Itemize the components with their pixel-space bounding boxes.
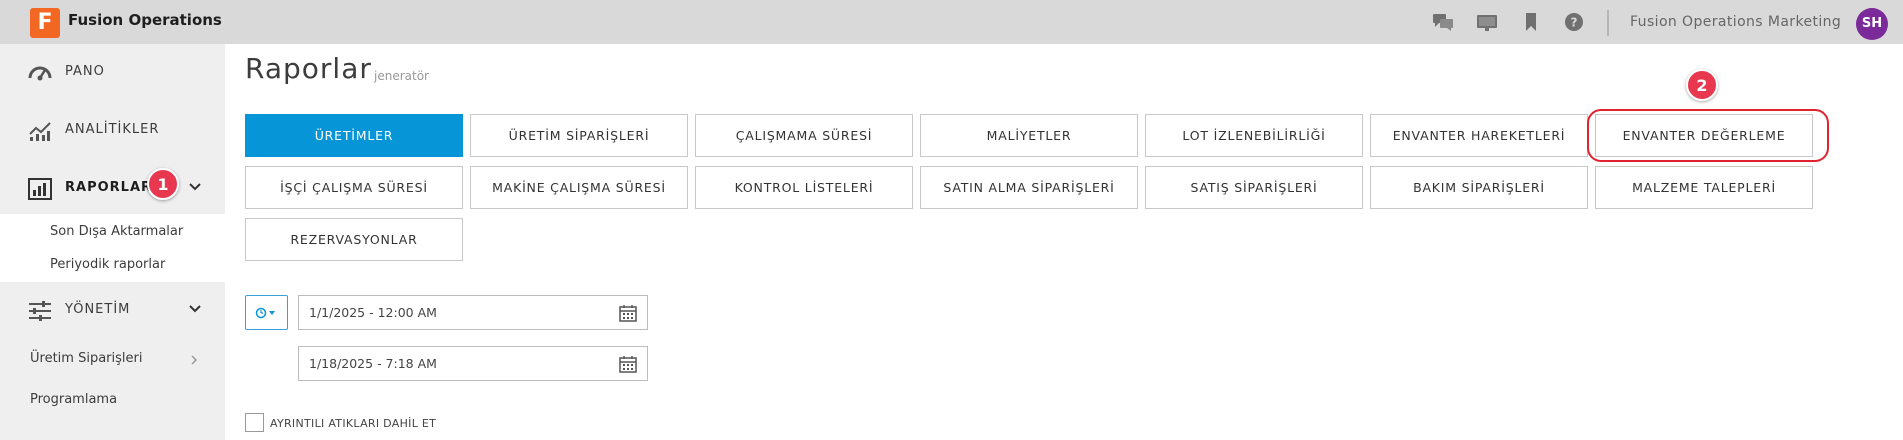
date-from-value: 1/1/2025 - 12:00 AM (309, 305, 437, 320)
annotation-badge-2: 2 (1686, 69, 1718, 101)
sidebar-item-raporlar[interactable]: RAPORLAR (0, 160, 225, 216)
date-from-input[interactable]: 1/1/2025 - 12:00 AM (298, 295, 648, 330)
top-bar: F Fusion Operations ? Fusion Operations … (0, 0, 1903, 44)
sidebar-item-label: PANO (65, 64, 105, 79)
sidebar-item-yonetim[interactable]: YÖNETİM (0, 282, 225, 338)
analytics-icon (29, 122, 51, 141)
app-logo[interactable]: F (30, 8, 60, 38)
bookmark-icon[interactable] (1520, 12, 1542, 32)
svg-text:?: ? (1571, 16, 1578, 30)
calendar-icon[interactable] (619, 304, 637, 322)
sidebar-item-analitikler[interactable]: ANALİTİKLER (0, 102, 225, 158)
reports-submenu: Son Dışa Aktarmalar Periyodik raporlar (0, 214, 225, 282)
report-button-uretim-siparisleri[interactable]: ÜRETİM SİPARİŞLERİ (470, 114, 688, 157)
sidebar: PANO ANALİTİKLER RAPORLAR 1 Son Dışa Akt… (0, 44, 225, 440)
report-button-malzeme-talepleri[interactable]: MALZEME TALEPLERİ (1595, 166, 1813, 209)
annotation-badge-1: 1 (147, 168, 179, 200)
page-title: Raporlar (245, 52, 372, 85)
sidebar-item-label: RAPORLAR (65, 180, 153, 195)
report-button-bakim-siparisleri[interactable]: BAKIM SİPARİŞLERİ (1370, 166, 1588, 209)
chevron-right-icon[interactable] (190, 354, 198, 366)
date-to-input[interactable]: 1/18/2025 - 7:18 AM (298, 346, 648, 381)
avatar[interactable]: SH (1856, 8, 1888, 40)
topbar-divider (1607, 10, 1609, 36)
presentation-icon[interactable] (1476, 12, 1498, 32)
highlight-ring (1587, 109, 1829, 162)
report-button-lot-izlenebilirligi[interactable]: LOT İZLENEBİLİRLİĞİ (1145, 114, 1363, 157)
help-icon[interactable]: ? (1563, 12, 1585, 32)
sliders-icon (29, 301, 51, 321)
app-title[interactable]: Fusion Operations (68, 11, 222, 29)
dashboard-icon (28, 66, 52, 81)
sidebar-subitem-recent-exports[interactable]: Son Dışa Aktarmalar (50, 224, 183, 239)
date-range-dropdown[interactable] (245, 295, 288, 330)
sidebar-item-pano[interactable]: PANO (0, 44, 225, 100)
report-button-rezervasyonlar[interactable]: REZERVASYONLAR (245, 218, 463, 261)
include-detailed-waste-checkbox[interactable] (245, 413, 264, 432)
report-button-isci-calisma-suresi[interactable]: İŞÇİ ÇALIŞMA SÜRESİ (245, 166, 463, 209)
sidebar-item-label: ANALİTİKLER (65, 122, 160, 137)
reports-icon (28, 178, 52, 200)
chevron-down-icon[interactable] (188, 182, 202, 192)
chat-icon[interactable] (1432, 12, 1454, 32)
sidebar-item-production-orders[interactable]: Üretim Siparişleri (30, 351, 142, 366)
report-button-calismama-suresi[interactable]: ÇALIŞMAMA SÜRESİ (695, 114, 913, 157)
report-button-kontrol-listeleri[interactable]: KONTROL LİSTELERİ (695, 166, 913, 209)
calendar-icon[interactable] (619, 355, 637, 373)
sidebar-subitem-periodic-reports[interactable]: Periyodik raporlar (50, 257, 165, 272)
report-button-maliyetler[interactable]: MALİYETLER (920, 114, 1138, 157)
page-subtitle: jeneratör (374, 69, 429, 83)
clock-dropdown-icon (255, 307, 275, 319)
report-button-makine-calisma-suresi[interactable]: MAKİNE ÇALIŞMA SÜRESİ (470, 166, 688, 209)
report-button-satis-siparisleri[interactable]: SATIŞ SİPARİŞLERİ (1145, 166, 1363, 209)
include-detailed-waste-label[interactable]: AYRINTILI ATIKLARI DAHİL ET (270, 417, 436, 430)
report-button-uretimler[interactable]: ÜRETİMLER (245, 114, 463, 157)
chevron-down-icon[interactable] (188, 304, 202, 314)
date-to-value: 1/18/2025 - 7:18 AM (309, 356, 437, 371)
sidebar-item-scheduling[interactable]: Programlama (30, 392, 117, 407)
account-name[interactable]: Fusion Operations Marketing (1630, 14, 1841, 30)
sidebar-item-label: YÖNETİM (65, 302, 131, 317)
report-button-envanter-hareketleri[interactable]: ENVANTER HAREKETLERİ (1370, 114, 1588, 157)
report-button-satin-alma-siparisleri[interactable]: SATIN ALMA SİPARİŞLERİ (920, 166, 1138, 209)
